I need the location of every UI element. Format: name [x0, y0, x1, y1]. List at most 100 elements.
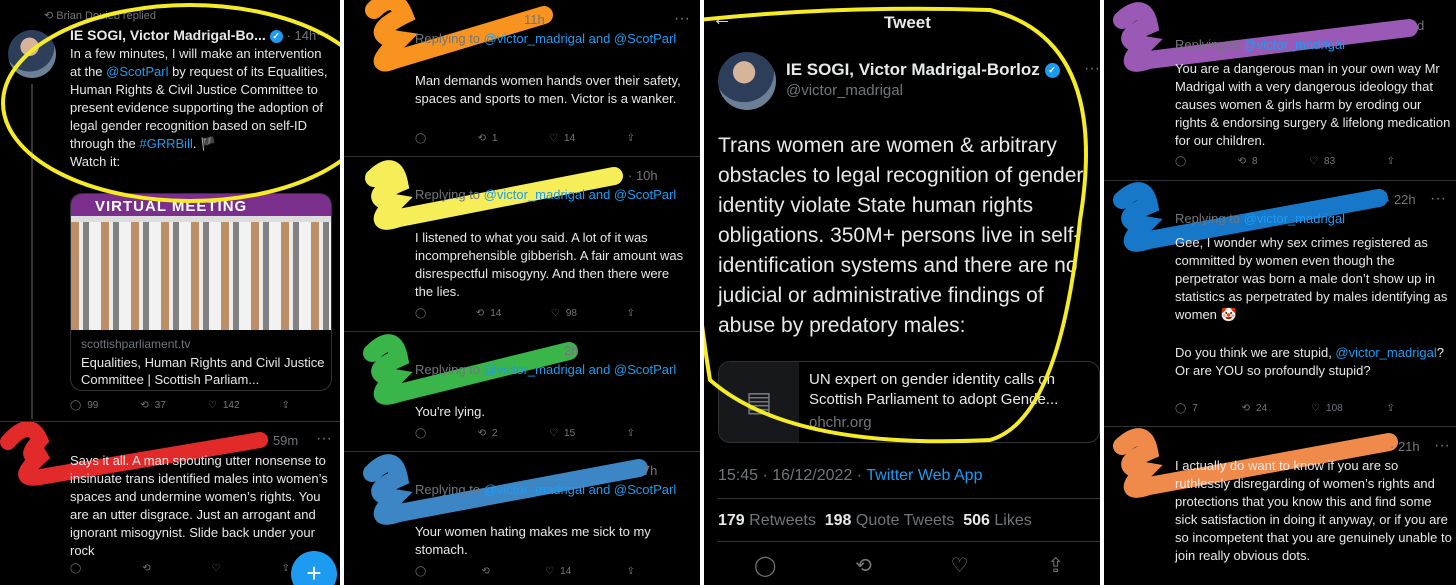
card-title: UN expert on gender identity calls on Sc… — [809, 371, 1059, 408]
more-icon[interactable]: ··· — [674, 10, 690, 28]
retweet-button[interactable]: ⟲ 14 — [476, 308, 502, 319]
like-button[interactable]: ♡ 14 — [545, 566, 571, 577]
client-link[interactable]: Twitter Web App — [866, 467, 982, 484]
heart-icon[interactable]: ♡ — [951, 553, 969, 578]
tweet-author[interactable]: IE SOGI, Victor Madrigal-Bo... ✓ · 14h ·… — [70, 25, 330, 43]
mention-link[interactable]: @victor_madrigal and @ScotParl — [484, 362, 677, 377]
reply-icon[interactable]: ◯ — [70, 563, 81, 574]
heart-icon: ♡ — [1309, 156, 1319, 167]
reply-time[interactable]: 11h — [524, 12, 545, 27]
mention-link[interactable]: @victor_madrigal and @ScotParl — [484, 187, 677, 202]
reply-time[interactable]: · 59m — [265, 433, 298, 448]
avatar[interactable] — [8, 30, 56, 78]
like-count: 142 — [222, 400, 240, 411]
mention-link[interactable]: @victor_madrigal — [1244, 211, 1345, 226]
card-title: Equalities, Human Rights and Civil Justi… — [81, 355, 325, 387]
retweet-icon[interactable]: ⟲ — [142, 563, 150, 574]
tweet-body: In a few minutes, I will make an interve… — [70, 46, 328, 169]
reply-icon[interactable]: ◯ — [754, 553, 776, 578]
more-icon[interactable]: ··· — [1430, 190, 1446, 208]
reply-body-2: Do you think we are stupid, @victor_madr… — [1175, 344, 1445, 380]
retweet-button[interactable]: ⟲ 1 — [478, 133, 498, 144]
link-card[interactable]: VIRTUAL MEETING scottishparliament.tv Eq… — [70, 193, 332, 391]
heart-icon: ♡ — [545, 566, 555, 577]
replying-to: Replying to @victor_madrigal — [1175, 36, 1450, 54]
like-button[interactable]: ♡ 15 — [549, 428, 575, 439]
reply-icon[interactable]: ◯ — [415, 566, 426, 577]
tweet-body: Trans women are women & arbitrary obstac… — [718, 134, 1084, 337]
retweet-icon[interactable]: ⟲ — [482, 566, 490, 577]
retweet-icon[interactable]: ⟲ — [855, 553, 872, 578]
card-banner: VIRTUAL MEETING — [95, 198, 248, 215]
heart-icon[interactable]: ♡ — [212, 563, 221, 574]
mention-link[interactable]: @victor_madrigal and @ScotParl — [484, 482, 677, 497]
retweet-icon: ⟲ — [477, 133, 487, 144]
reply-actions: ◯ ⟲ 2 ♡ 15 ⇪ — [415, 428, 635, 439]
share-icon[interactable]: ⇪ — [627, 133, 635, 144]
replying-to: Replying to @victor_madrigal and @ScotPa… — [415, 186, 685, 204]
more-icon[interactable]: ··· — [316, 430, 332, 448]
more-icon[interactable]: ··· — [316, 25, 330, 41]
mention-link[interactable]: @victor_madrigal and @ScotParl — [484, 31, 677, 46]
like-button[interactable]: ♡ 142 — [208, 400, 240, 411]
reply-actions: ◯ ⟲ 8 ♡ 83 ⇪ — [1175, 156, 1395, 167]
retweet-icon: ⟲ — [477, 428, 487, 439]
replying-label: Replying to — [415, 482, 481, 497]
article-icon: ▤ — [719, 362, 799, 442]
reply-time[interactable]: · 10h — [628, 168, 658, 183]
more-icon[interactable]: ··· — [1434, 437, 1450, 455]
like-button[interactable]: ♡ 14 — [549, 133, 575, 144]
author-name-text[interactable]: IE SOGI, Victor Madrigal-Borloz — [786, 60, 1040, 79]
tweet-time[interactable]: · 14h — [287, 28, 317, 43]
share-icon[interactable]: ⇪ — [1047, 553, 1064, 578]
share-icon[interactable]: ⇪ — [627, 566, 635, 577]
retweet-button[interactable]: ⟲ 37 — [140, 400, 166, 411]
like-button[interactable]: ♡ 98 — [551, 308, 577, 319]
back-arrow-icon[interactable]: ← — [712, 8, 732, 31]
share-button[interactable]: ⇪ — [282, 400, 290, 411]
mention-link[interactable]: @ScotParl — [106, 64, 168, 79]
reply-icon[interactable]: ◯ — [415, 428, 426, 439]
quotes-stat[interactable]: 198 Quote Tweets — [825, 512, 955, 529]
more-icon[interactable]: ··· — [1084, 60, 1100, 78]
reply-body: Gee, I wonder why sex crimes registered … — [1175, 235, 1448, 322]
reply-time[interactable]: d — [1417, 18, 1424, 33]
retweets-stat[interactable]: 179 Retweets — [718, 512, 816, 529]
reply-icon[interactable]: ◯ — [1175, 156, 1186, 167]
like-button[interactable]: ♡ 108 — [1311, 403, 1343, 414]
author-handle[interactable]: @victor_madrigal — [786, 82, 903, 99]
reply-time[interactable]: · 22h — [1386, 192, 1416, 207]
reply-button[interactable]: ◯ 99 — [70, 400, 98, 411]
reply-button[interactable]: ◯ 7 — [1175, 403, 1198, 414]
reply-icon: ◯ — [70, 400, 82, 411]
author-name[interactable]: IE SOGI, Victor Madrigal-Borloz ✓ — [786, 60, 1060, 80]
retweet-button[interactable]: ⟲ 8 — [1238, 156, 1258, 167]
retweet-button[interactable]: ⟲ 2 — [478, 428, 498, 439]
divider — [718, 498, 1100, 499]
likes-stat[interactable]: 506 Likes — [963, 512, 1032, 529]
mention-link[interactable]: @victor_madrigal — [1244, 37, 1345, 52]
like-button[interactable]: ♡ 83 — [1309, 156, 1335, 167]
reply-time[interactable]: · 21h — [1390, 439, 1420, 454]
reply-time[interactable]: 2h — [564, 343, 578, 358]
replying-label: Replying to — [415, 31, 481, 46]
reply-time[interactable]: · 7h — [635, 463, 657, 478]
link-card[interactable]: ▤ UN expert on gender identity calls on … — [718, 361, 1100, 443]
share-icon[interactable]: ⇪ — [1387, 156, 1395, 167]
mention-link[interactable]: @victor_madrigal — [1335, 345, 1436, 360]
card-image: VIRTUAL MEETING — [71, 194, 331, 330]
retweet-button[interactable]: ⟲ 24 — [1242, 403, 1268, 414]
avatar[interactable] — [718, 52, 776, 110]
share-icon[interactable]: ⇪ — [282, 563, 290, 574]
replying-label: Replying to — [1175, 211, 1241, 226]
hashtag-link[interactable]: #GRRBill — [139, 136, 192, 151]
share-icon[interactable]: ⇪ — [627, 308, 635, 319]
reply-icon[interactable]: ◯ — [415, 133, 426, 144]
reply-icon[interactable]: ◯ — [415, 308, 426, 319]
heart-icon: ♡ — [207, 400, 217, 411]
share-icon[interactable]: ⇪ — [1387, 403, 1395, 414]
author-name[interactable]: IE SOGI, Victor Madrigal-Bo... — [70, 27, 266, 43]
share-icon[interactable]: ⇪ — [627, 428, 635, 439]
card-domain: ohchr.org — [809, 414, 872, 431]
retweet-count: 2 — [492, 428, 498, 439]
